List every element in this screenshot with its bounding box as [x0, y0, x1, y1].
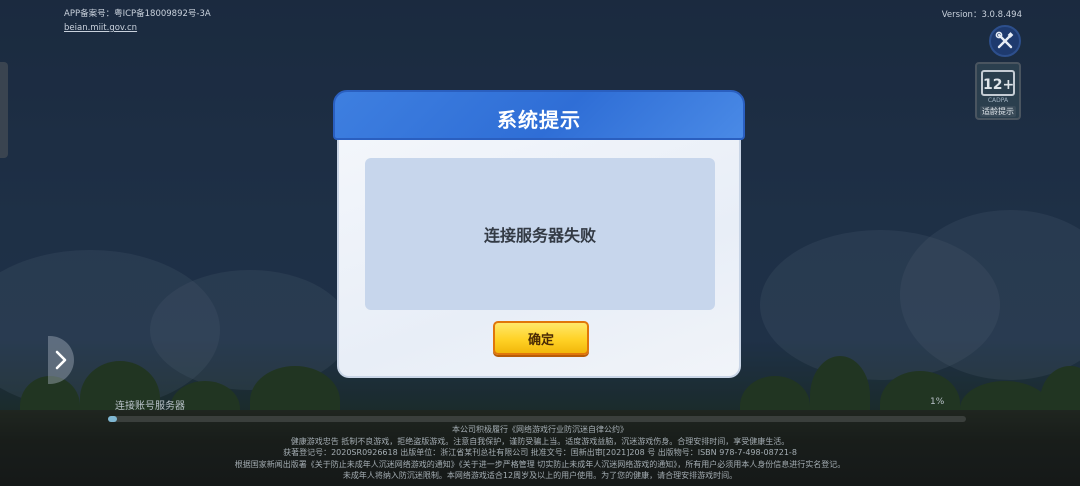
- confirm-button-label: 确定: [527, 332, 554, 348]
- chevron-right-icon: [55, 350, 67, 370]
- loading-progress-bar: [108, 416, 966, 422]
- footer-line: 根据国家新闻出版署《关于防止未成年人沉迷网络游戏的通知》《关于进一步严格管理 切…: [234, 459, 846, 469]
- footer-line: 未成年人将纳入防沉迷限制。本网络游戏适合12周岁及以上的用户使用。为了您的健康，…: [342, 471, 738, 480]
- age-rating-badge[interactable]: 12+ CADPA 适龄提示: [975, 62, 1021, 120]
- legal-footer: 本公司积极履行《网络游戏行业防沉迷自律公约》 健康游戏忠告 抵制不良游戏，拒绝盗…: [0, 424, 1080, 482]
- loading-progress-fill: [108, 416, 117, 422]
- footer-line: 健康游戏忠告 抵制不良游戏，拒绝盗版游戏。注意自我保护，谨防受骗上当。适度游戏益…: [290, 436, 790, 446]
- side-drawer-handle[interactable]: [0, 62, 8, 158]
- dialog-header: 系统提示: [333, 90, 745, 140]
- age-rating-code: CADPA: [987, 97, 1009, 104]
- message-panel: 连接服务器失败: [365, 158, 715, 310]
- footer-line: 获著登记号：2020SR0926618 出版单位：浙江省某刊总社有限公司 批准文…: [283, 448, 797, 457]
- loading-status-label: 连接账号服务器: [115, 401, 185, 412]
- icp-link[interactable]: beian.miit.gov.cn: [64, 21, 211, 35]
- loading-percent: 1%: [930, 397, 945, 407]
- dialog-message: 连接服务器失败: [483, 226, 596, 245]
- system-alert-dialog: 系统提示 连接服务器失败 确定: [333, 90, 745, 378]
- tools-icon: [995, 31, 1014, 49]
- settings-button[interactable]: [989, 25, 1021, 57]
- dialog-title: 系统提示: [497, 108, 581, 132]
- icp-text: APP备案号：粤ICP备18009892号-3A: [64, 9, 211, 19]
- version-text: Version：3.0.8.494: [941, 10, 1022, 20]
- age-rating-tip: 适龄提示: [980, 106, 1016, 117]
- confirm-button[interactable]: 确定: [493, 321, 589, 355]
- footer-line: 本公司积极履行《网络游戏行业防沉迷自律公约》: [452, 425, 628, 434]
- dialog-body: 连接服务器失败 确定: [337, 140, 741, 378]
- icp-info: APP备案号：粤ICP备18009892号-3A beian.miit.gov.…: [64, 7, 211, 35]
- age-rating-number: 12+: [981, 70, 1015, 96]
